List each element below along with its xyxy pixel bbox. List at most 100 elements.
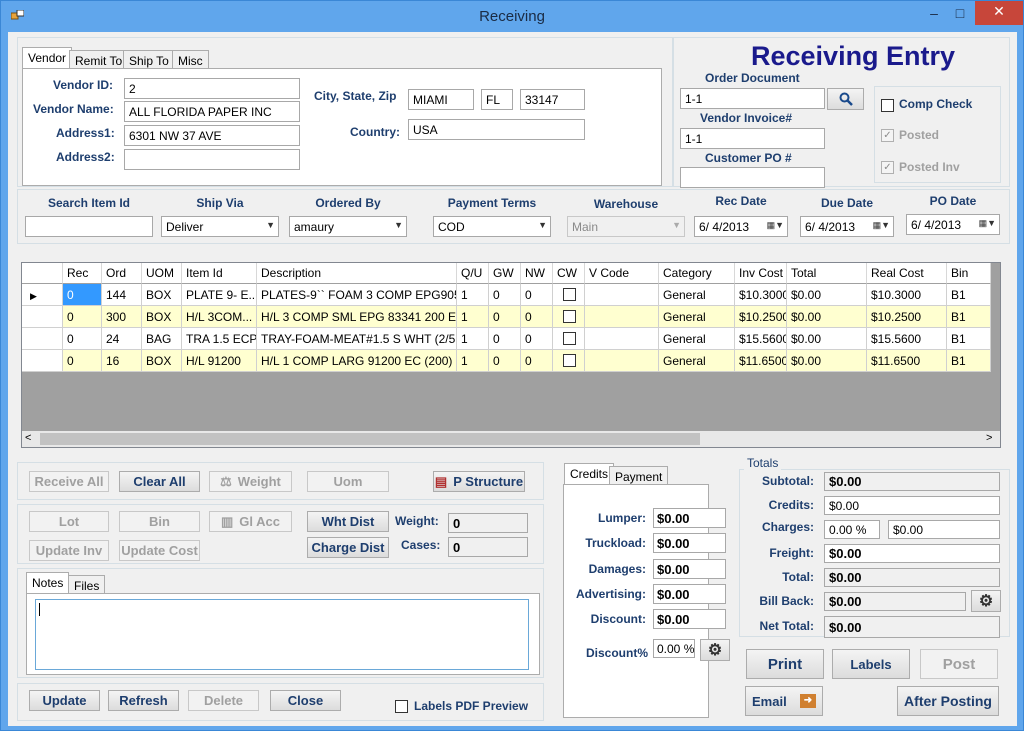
charges-pct-field[interactable]: 0.00 % [824, 520, 880, 539]
truckload-field[interactable]: $0.00 [653, 533, 726, 553]
vendor-name-field[interactable]: ALL FLORIDA PAPER INC [124, 101, 300, 122]
delete-button[interactable]: Delete [188, 690, 259, 711]
grid-cell[interactable]: $15.5600 [735, 328, 787, 350]
column-header[interactable]: UOM [142, 263, 182, 284]
charges-field[interactable]: $0.00 [888, 520, 1000, 539]
column-header[interactable]: Rec [63, 263, 102, 284]
grid-cell[interactable]: 0 [63, 284, 102, 306]
row-header[interactable] [22, 328, 63, 350]
discount-settings-button[interactable]: ⚙ [700, 639, 730, 661]
notes-textarea[interactable] [35, 599, 529, 670]
column-header[interactable]: Category [659, 263, 735, 284]
horizontal-scrollbar[interactable]: < > [22, 431, 1000, 447]
scroll-thumb[interactable] [40, 433, 700, 445]
grid-cell[interactable]: H/L 91200 [182, 350, 257, 372]
grid-cell[interactable] [553, 284, 585, 306]
grid-cell[interactable]: 0 [63, 328, 102, 350]
tab-vendor[interactable]: Vendor [22, 47, 73, 68]
column-header[interactable]: CW [553, 263, 585, 284]
grid-cell[interactable]: $11.6500 [867, 350, 947, 372]
grid-cell[interactable]: $15.5600 [867, 328, 947, 350]
grid-cell[interactable]: 144 [102, 284, 142, 306]
grid-cell[interactable]: General [659, 328, 735, 350]
grid-cell[interactable]: B1 [947, 328, 991, 350]
column-header[interactable]: V Code [585, 263, 659, 284]
grid-cell[interactable] [585, 284, 659, 306]
grid-cell[interactable]: 0 [63, 350, 102, 372]
grid-cell[interactable] [553, 350, 585, 372]
scroll-right-icon[interactable]: > [986, 432, 992, 444]
grid-cell[interactable]: 0 [521, 284, 553, 306]
grid-cell[interactable]: $0.00 [787, 284, 867, 306]
grid-cell[interactable]: $0.00 [787, 328, 867, 350]
grid-cell[interactable]: 0 [63, 306, 102, 328]
discount-pct-field[interactable]: 0.00 % [653, 639, 695, 658]
grid-cell[interactable]: General [659, 284, 735, 306]
row-header[interactable] [22, 306, 63, 328]
column-header[interactable]: NW [521, 263, 553, 284]
damages-field[interactable]: $0.00 [653, 559, 726, 579]
p-structure-button[interactable]: ▤ P Structure [433, 471, 525, 492]
items-grid[interactable]: Rec Ord UOM Item Id Description Q/U GW NW CW V Co… [21, 262, 1001, 448]
payment-terms-select[interactable]: COD ▼ [433, 216, 551, 237]
grid-cell[interactable]: H/L 3COM... [182, 306, 257, 328]
grid-cell[interactable] [553, 328, 585, 350]
customer-po-field[interactable] [680, 167, 825, 188]
grid-cell[interactable] [585, 328, 659, 350]
grid-cell[interactable]: TRA 1.5 ECP [182, 328, 257, 350]
grid-cell[interactable]: 0 [521, 350, 553, 372]
address1-field[interactable]: 6301 NW 37 AVE [124, 125, 300, 146]
grid-cell[interactable]: 0 [521, 306, 553, 328]
column-header[interactable]: Q/U [457, 263, 489, 284]
grid-cell[interactable]: H/L 1 COMP LARG 91200 EC (200) [257, 350, 457, 372]
grid-cell[interactable]: $10.2500 [867, 306, 947, 328]
charge-dist-button[interactable]: Charge Dist [307, 537, 389, 558]
column-header[interactable]: Description [257, 263, 457, 284]
clear-all-button[interactable]: Clear All [119, 471, 200, 492]
grid-cell[interactable]: B1 [947, 350, 991, 372]
grid-cell[interactable]: B1 [947, 284, 991, 306]
scroll-left-icon[interactable]: < [25, 432, 31, 444]
search-item-input[interactable] [25, 216, 153, 237]
grid-cell[interactable]: General [659, 306, 735, 328]
order-search-button[interactable] [827, 88, 864, 110]
freight-field[interactable]: $0.00 [824, 544, 1000, 563]
grid-cell[interactable]: 0 [521, 328, 553, 350]
state-field[interactable]: FL [481, 89, 513, 110]
grid-cell[interactable]: BOX [142, 306, 182, 328]
cw-checkbox[interactable] [563, 288, 576, 301]
refresh-button[interactable]: Refresh [108, 690, 179, 711]
vendor-id-field[interactable]: 2 [124, 78, 300, 99]
ship-via-select[interactable]: Deliver ▼ [161, 216, 279, 237]
grid-cell[interactable]: BOX [142, 350, 182, 372]
grid-cell[interactable]: B1 [947, 306, 991, 328]
update-button[interactable]: Update [29, 690, 100, 711]
grid-cell[interactable]: BAG [142, 328, 182, 350]
email-button[interactable]: Email ➜ [745, 686, 823, 716]
grid-cell[interactable]: General [659, 350, 735, 372]
close-button[interactable]: Close [270, 690, 341, 711]
ordered-by-select[interactable]: amaury ▼ [289, 216, 407, 237]
column-header[interactable]: Total [787, 263, 867, 284]
city-field[interactable]: MIAMI [408, 89, 474, 110]
cw-checkbox[interactable] [563, 310, 576, 323]
close-window-button[interactable]: ✕ [975, 1, 1023, 25]
grid-cell[interactable]: $10.3000 [867, 284, 947, 306]
grid-cell[interactable]: $11.6500 [735, 350, 787, 372]
minimize-button[interactable]: – [919, 3, 949, 25]
grid-cell[interactable] [585, 306, 659, 328]
cw-checkbox[interactable] [563, 354, 576, 367]
grid-cell[interactable]: 1 [457, 350, 489, 372]
bill-back-settings-button[interactable]: ⚙ [971, 590, 1001, 612]
maximize-button[interactable]: □ [947, 3, 973, 25]
post-button[interactable]: Post [920, 649, 998, 679]
column-header[interactable]: Item Id [182, 263, 257, 284]
column-header[interactable]: Real Cost [867, 263, 947, 284]
order-document-field[interactable]: 1-1 [680, 88, 825, 109]
column-header[interactable]: Inv Cost [735, 263, 787, 284]
vendor-invoice-field[interactable]: 1-1 [680, 128, 825, 149]
grid-cell[interactable]: TRAY-FOAM-MEAT#1.5 S WHT (2/5... [257, 328, 457, 350]
bin-button[interactable]: Bin [119, 511, 200, 532]
grid-cell[interactable]: 16 [102, 350, 142, 372]
grid-cell[interactable]: 24 [102, 328, 142, 350]
